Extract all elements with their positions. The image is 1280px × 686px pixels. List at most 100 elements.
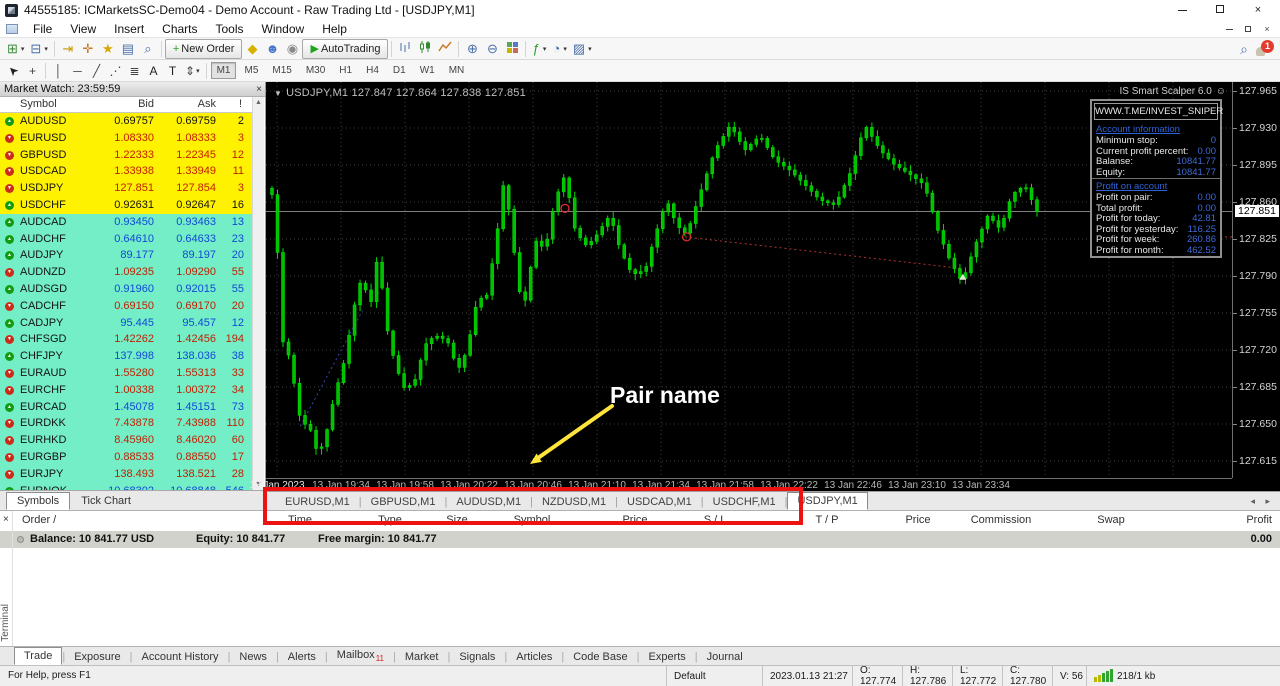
- timeframe-d1[interactable]: D1: [387, 62, 412, 79]
- vertical-line-button[interactable]: │: [49, 62, 68, 80]
- menu-view[interactable]: View: [61, 20, 105, 38]
- menu-help[interactable]: Help: [313, 20, 356, 38]
- chart-tab-gbpusd-m1[interactable]: GBPUSD,M1: [362, 494, 445, 510]
- market-watch-toggle-button[interactable]: ▤: [118, 39, 138, 59]
- experts-globe-button[interactable]: ◉: [282, 39, 302, 59]
- market-watch-tab-tick-chart[interactable]: Tick Chart: [70, 492, 142, 510]
- column-bid[interactable]: Bid: [138, 98, 154, 110]
- candle-chart-button[interactable]: [415, 39, 435, 59]
- market-watch-row-AUDUSD[interactable]: ▲ AUDUSD 0.69757 0.69759 2: [0, 113, 252, 130]
- terminal-tab-trade[interactable]: Trade: [14, 647, 63, 665]
- market-watch-row-EURGBP[interactable]: ▼ EURGBP 0.88533 0.88550 17: [0, 448, 252, 466]
- chart-tab-usdchf-m1[interactable]: USDCHF,M1: [704, 494, 785, 510]
- market-watch-row-EURJPY[interactable]: ▼ EURJPY 138.493 138.521 28: [0, 465, 252, 483]
- crosshair-mode-button[interactable]: ✛: [78, 39, 98, 59]
- text-label-button[interactable]: T: [163, 62, 182, 80]
- timeframe-m1[interactable]: M1: [210, 62, 237, 79]
- chart-shift-button[interactable]: ⇥: [58, 39, 78, 59]
- market-watch-row-USDJPY[interactable]: ▼ USDJPY 127.851 127.854 3: [0, 180, 252, 197]
- bar-chart-button[interactable]: [395, 39, 415, 59]
- terminal-tab-alerts[interactable]: Alerts: [279, 649, 325, 665]
- status-profile[interactable]: Default: [666, 666, 762, 686]
- zoom-in-button[interactable]: ⊕: [462, 39, 482, 59]
- fibonacci-button[interactable]: ≣: [125, 62, 144, 80]
- child-minimize-icon[interactable]: [1224, 24, 1234, 34]
- market-watch-row-EURUSD[interactable]: ▼ EURUSD 1.08330 1.08333 3: [0, 129, 252, 147]
- text-button[interactable]: A: [144, 62, 163, 80]
- column-symbol[interactable]: Symbol: [20, 98, 57, 110]
- arrows-button[interactable]: ⇕ ▾: [182, 62, 203, 80]
- favorites-button[interactable]: ★: [98, 39, 118, 59]
- cursor-button[interactable]: ➤: [4, 62, 23, 80]
- column-ask[interactable]: Ask: [198, 98, 216, 110]
- market-watch-row-EURHKD[interactable]: ▼ EURHKD 8.45960 8.46020 60: [0, 432, 252, 449]
- terminal-column-swap[interactable]: Swap: [1097, 514, 1125, 526]
- market-watch-row-EURCAD[interactable]: ▲ EURCAD 1.45078 1.45151 73: [0, 398, 252, 416]
- time-axis[interactable]: 13 Jan 2023 13 Jan 19:34 13 Jan 19:58 13 Ja…: [249, 478, 1232, 492]
- crosshair-button[interactable]: +: [23, 62, 42, 80]
- terminal-column-t-p[interactable]: T / P: [815, 514, 838, 526]
- menu-charts[interactable]: Charts: [153, 20, 206, 38]
- maximize-icon[interactable]: [1214, 4, 1226, 16]
- menu-file[interactable]: File: [24, 20, 61, 38]
- timeframe-h4[interactable]: H4: [360, 62, 385, 79]
- menu-window[interactable]: Window: [253, 20, 314, 38]
- terminal-column-price[interactable]: Price: [622, 514, 647, 526]
- terminal-tab-market[interactable]: Market: [396, 649, 448, 665]
- market-watch-row-USDCHF[interactable]: ▲ USDCHF 0.92631 0.92647 16: [0, 196, 252, 214]
- periods-button[interactable]: ◔ ▾: [549, 39, 569, 59]
- timeframe-w1[interactable]: W1: [414, 62, 441, 79]
- terminal-tab-code-base[interactable]: Code Base: [564, 649, 636, 665]
- market-watch-row-CADJPY[interactable]: ▲ CADJPY 95.445 95.457 12: [0, 314, 252, 332]
- menu-tools[interactable]: Tools: [207, 20, 253, 38]
- market-watch-tab-symbols[interactable]: Symbols: [6, 492, 71, 510]
- chart-tab-audusd-m1[interactable]: AUDUSD,M1: [447, 494, 530, 510]
- terminal-tab-account-history[interactable]: Account History: [133, 649, 228, 665]
- market-watch-row-GBPUSD[interactable]: ▼ GBPUSD 1.22333 1.22345 12: [0, 146, 252, 164]
- terminal-column-time[interactable]: Time: [288, 514, 312, 526]
- market-watch-row-AUDSGD[interactable]: ▲ AUDSGD 0.91960 0.92015 55: [0, 280, 252, 298]
- timeframe-mn[interactable]: MN: [443, 62, 471, 79]
- column-spread[interactable]: !: [239, 98, 242, 110]
- notifications-icon[interactable]: 1: [1256, 40, 1274, 57]
- child-close-icon[interactable]: ×: [1262, 24, 1272, 34]
- indicators-button[interactable]: ƒ ▾: [529, 39, 549, 59]
- autotrading-button[interactable]: ▶ AutoTrading: [302, 38, 389, 59]
- market-watch-row-CHFJPY[interactable]: ▲ CHFJPY 137.998 138.036 38: [0, 348, 252, 365]
- price-axis[interactable]: 127.965 127.930 127.895 127.860 127.825 127.7…: [1232, 82, 1280, 478]
- new-chart-button[interactable]: ⊞ ▾: [4, 39, 27, 59]
- market-watch-row-CADCHF[interactable]: ▼ CADCHF 0.69150 0.69170 20: [0, 297, 252, 315]
- market-watch-scrollbar[interactable]: ▲ ▼: [252, 97, 264, 490]
- scroll-up-icon[interactable]: ▲: [253, 99, 264, 106]
- market-watch-row-EURCHF[interactable]: ▼ EURCHF 1.00338 1.00372 34: [0, 381, 252, 399]
- market-watch-row-AUDJPY[interactable]: ▲ AUDJPY 89.177 89.197 20: [0, 247, 252, 265]
- terminal-column-order-[interactable]: Order /: [22, 514, 56, 526]
- terminal-tab-articles[interactable]: Articles: [507, 649, 561, 665]
- close-icon[interactable]: ×: [1252, 4, 1264, 16]
- templates-button[interactable]: ▨ ▾: [570, 39, 595, 59]
- market-watch-row-EURNOK[interactable]: ▲EURNOK10.6830210.68848546: [0, 482, 252, 490]
- profiles-button[interactable]: ⊟ ▾: [27, 39, 50, 59]
- navigator-toggle-button[interactable]: ⌕: [138, 39, 158, 59]
- terminal-tab-exposure[interactable]: Exposure: [65, 649, 129, 665]
- chart-tab-eurusd-m1[interactable]: EURUSD,M1: [276, 494, 359, 510]
- metaeditor-button[interactable]: ☻: [262, 39, 282, 59]
- market-watch-close-icon[interactable]: ×: [256, 83, 262, 97]
- timeframe-m30[interactable]: M30: [300, 62, 331, 79]
- equidistant-channel-button[interactable]: ⋰: [106, 62, 125, 80]
- terminal-tab-experts[interactable]: Experts: [640, 649, 695, 665]
- market-watch-row-EURAUD[interactable]: ▼ EURAUD 1.55280 1.55313 33: [0, 364, 252, 382]
- timeframe-m15[interactable]: M15: [266, 62, 297, 79]
- child-restore-icon[interactable]: [1243, 24, 1253, 34]
- market-watch-row-EURDKK[interactable]: ▼ EURDKK 7.43878 7.43988 110: [0, 415, 252, 433]
- line-chart-button[interactable]: [435, 39, 455, 59]
- chart-plot[interactable]: [266, 82, 1233, 478]
- market-watch-row-AUDCHF[interactable]: ▲ AUDCHF 0.64610 0.64633 23: [0, 230, 252, 248]
- tile-windows-button[interactable]: [502, 39, 522, 59]
- timeframe-m5[interactable]: M5: [238, 62, 264, 79]
- terminal-column-type[interactable]: Type: [378, 514, 402, 526]
- terminal-tab-signals[interactable]: Signals: [450, 649, 504, 665]
- market-watch-row-AUDNZD[interactable]: ▼ AUDNZD 1.09235 1.09290 55: [0, 264, 252, 281]
- tab-scroll-arrows[interactable]: ◂ ▸: [1250, 496, 1274, 507]
- chart-tab-nzdusd-m1[interactable]: NZDUSD,M1: [533, 494, 615, 510]
